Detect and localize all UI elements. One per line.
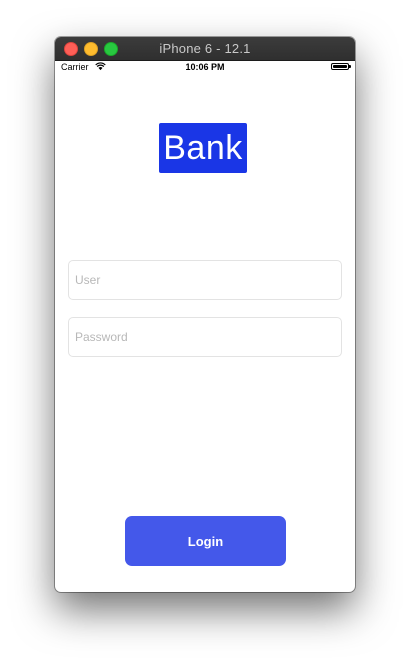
login-button[interactable]: Login — [125, 516, 286, 566]
status-bar: Carrier 10:06 PM — [55, 60, 355, 75]
password-field[interactable] — [68, 317, 342, 357]
battery-icon — [331, 63, 351, 70]
window-titlebar: iPhone 6 - 12.1 — [55, 37, 355, 61]
status-time: 10:06 PM — [185, 62, 225, 72]
user-field[interactable] — [68, 260, 342, 300]
simulator-window: iPhone 6 - 12.1 Carrier 10:06 PM Bank Lo… — [55, 37, 355, 592]
window-title: iPhone 6 - 12.1 — [159, 41, 251, 56]
bank-logo: Bank — [159, 123, 247, 173]
